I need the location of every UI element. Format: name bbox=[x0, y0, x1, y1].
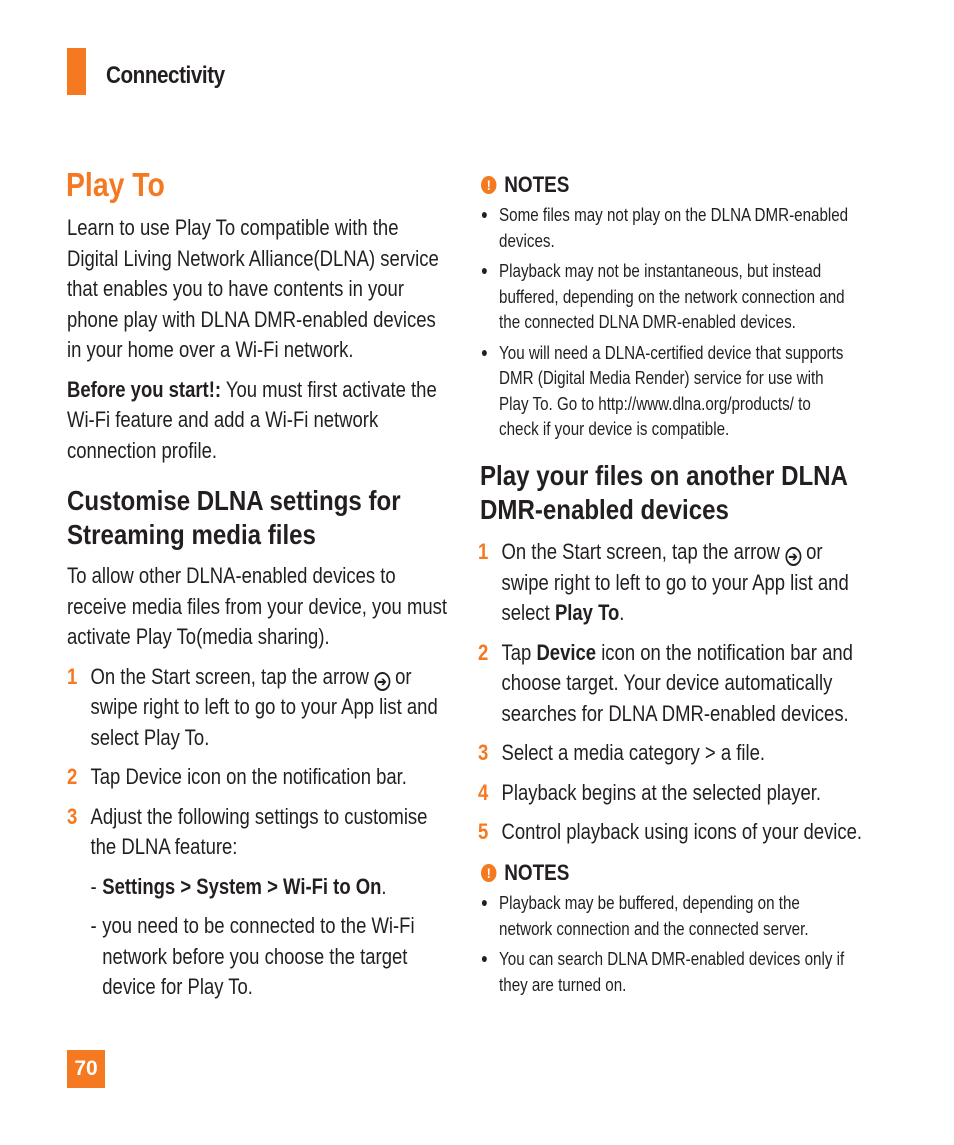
sub-item-1: - Settings > System > Wi-Fi to On. bbox=[67, 872, 449, 903]
left-paragraph: To allow other DLNA-enabled devices to r… bbox=[67, 563, 448, 649]
left-heading: Customise DLNA settings for Streaming me… bbox=[67, 485, 401, 550]
notes-label: NOTES bbox=[504, 860, 570, 885]
bullet-icon: ● bbox=[481, 894, 488, 910]
page-number: 70 bbox=[67, 1050, 105, 1088]
step-text: On the Start screen, tap the arrow bbox=[501, 539, 786, 564]
step-text: On the Start screen, tap the arrow bbox=[90, 663, 375, 689]
step-1: 1 On the Start screen, tap the arrow ➔ o… bbox=[67, 662, 449, 754]
step-4: 4 Playback begins at the selected player… bbox=[478, 778, 873, 809]
settings-path: Settings > System > Wi-Fi to On bbox=[102, 873, 382, 899]
bullet-icon: ● bbox=[481, 206, 488, 222]
step-3: 3 Adjust the following settings to custo… bbox=[67, 802, 449, 863]
note-item: ● You can search DLNA DMR-enabled devices… bbox=[481, 946, 850, 997]
bullet-icon: ● bbox=[481, 343, 488, 360]
sub-item-2: - you need to be connected to the Wi-Fi … bbox=[67, 911, 449, 1003]
device-label: Device bbox=[536, 639, 597, 665]
step-1: 1 On the Start screen, tap the arrow ➔ o… bbox=[478, 537, 873, 629]
note-text: Playback may not be instantaneous, but i… bbox=[499, 260, 845, 332]
step-number: 1 bbox=[478, 539, 489, 564]
notes-list-2: ● Playback may be buffered, depending on … bbox=[481, 890, 850, 1002]
section-title: Connectivity bbox=[106, 62, 225, 89]
step-number: 3 bbox=[67, 803, 78, 829]
page-title: Play To bbox=[66, 166, 165, 203]
notes-heading-1: ! NOTES bbox=[481, 172, 569, 198]
notes-list-1: ● Some files may not play on the DLNA DMR… bbox=[481, 202, 850, 447]
step-text: Control playback using icons of your dev… bbox=[501, 819, 863, 844]
note-item: ● You will need a DLNA-certified device t… bbox=[481, 340, 850, 442]
arrow-icon: ➔ bbox=[785, 547, 801, 566]
left-column: Learn to use Play To compatible with the… bbox=[67, 213, 522, 475]
note-item: ● Playback may not be instantaneous, but … bbox=[481, 258, 850, 335]
warning-icon: ! bbox=[481, 864, 497, 882]
arrow-icon: ➔ bbox=[374, 671, 390, 691]
step-text: Tap bbox=[501, 639, 537, 665]
step-number: 2 bbox=[67, 764, 78, 789]
step-number: 5 bbox=[478, 819, 489, 844]
step-text: Tap Device icon on the notification bar. bbox=[90, 764, 407, 789]
dash: - bbox=[90, 913, 97, 938]
section-tab-marker bbox=[67, 48, 86, 95]
right-steps: 1 On the Start screen, tap the arrow ➔ o… bbox=[478, 537, 948, 857]
step-number: 3 bbox=[478, 740, 489, 765]
step-2: 2 Tap Device icon on the notification ba… bbox=[67, 762, 449, 793]
step-text: . bbox=[619, 600, 625, 625]
sub-text: you need to be connected to the Wi-Fi ne… bbox=[102, 913, 415, 999]
step-number: 2 bbox=[478, 639, 489, 665]
left-content: To allow other DLNA-enabled devices to r… bbox=[67, 561, 522, 1012]
step-number: 4 bbox=[478, 779, 489, 805]
step-5: 5 Control playback using icons of your d… bbox=[478, 817, 873, 848]
bullet-icon: ● bbox=[481, 950, 488, 966]
note-text: Playback may be buffered, depending on t… bbox=[499, 892, 809, 939]
right-heading: Play your files on another DLNA DMR-enab… bbox=[480, 460, 848, 525]
note-item: ● Playback may be buffered, depending on … bbox=[481, 890, 850, 941]
step-2: 2 Tap Device icon on the notification ba… bbox=[478, 638, 873, 730]
step-text: Adjust the following settings to customi… bbox=[90, 803, 428, 860]
step-3: 3 Select a media category > a file. bbox=[478, 738, 873, 769]
sub-text: . bbox=[381, 873, 387, 899]
dash: - bbox=[90, 873, 97, 899]
notes-label: NOTES bbox=[504, 172, 570, 197]
intro-paragraph: Learn to use Play To compatible with the… bbox=[67, 215, 439, 362]
warning-icon: ! bbox=[481, 176, 497, 194]
notes-heading-2: ! NOTES bbox=[481, 860, 569, 886]
bullet-icon: ● bbox=[481, 262, 488, 278]
note-text: Some files may not play on the DLNA DMR-… bbox=[499, 204, 849, 251]
before-you-start: Before you start!: You must first activa… bbox=[67, 375, 449, 467]
before-label: Before you start!: bbox=[67, 376, 222, 402]
step-number: 1 bbox=[67, 663, 78, 689]
step-text: Playback begins at the selected player. bbox=[501, 779, 822, 805]
note-text: You will need a DLNA-certified device th… bbox=[499, 341, 844, 440]
note-text: You can search DLNA DMR-enabled devices … bbox=[499, 948, 845, 995]
step-text: Select a media category > a file. bbox=[501, 740, 766, 765]
app-name: Play To bbox=[554, 600, 620, 625]
note-item: ● Some files may not play on the DLNA DMR… bbox=[481, 202, 850, 253]
